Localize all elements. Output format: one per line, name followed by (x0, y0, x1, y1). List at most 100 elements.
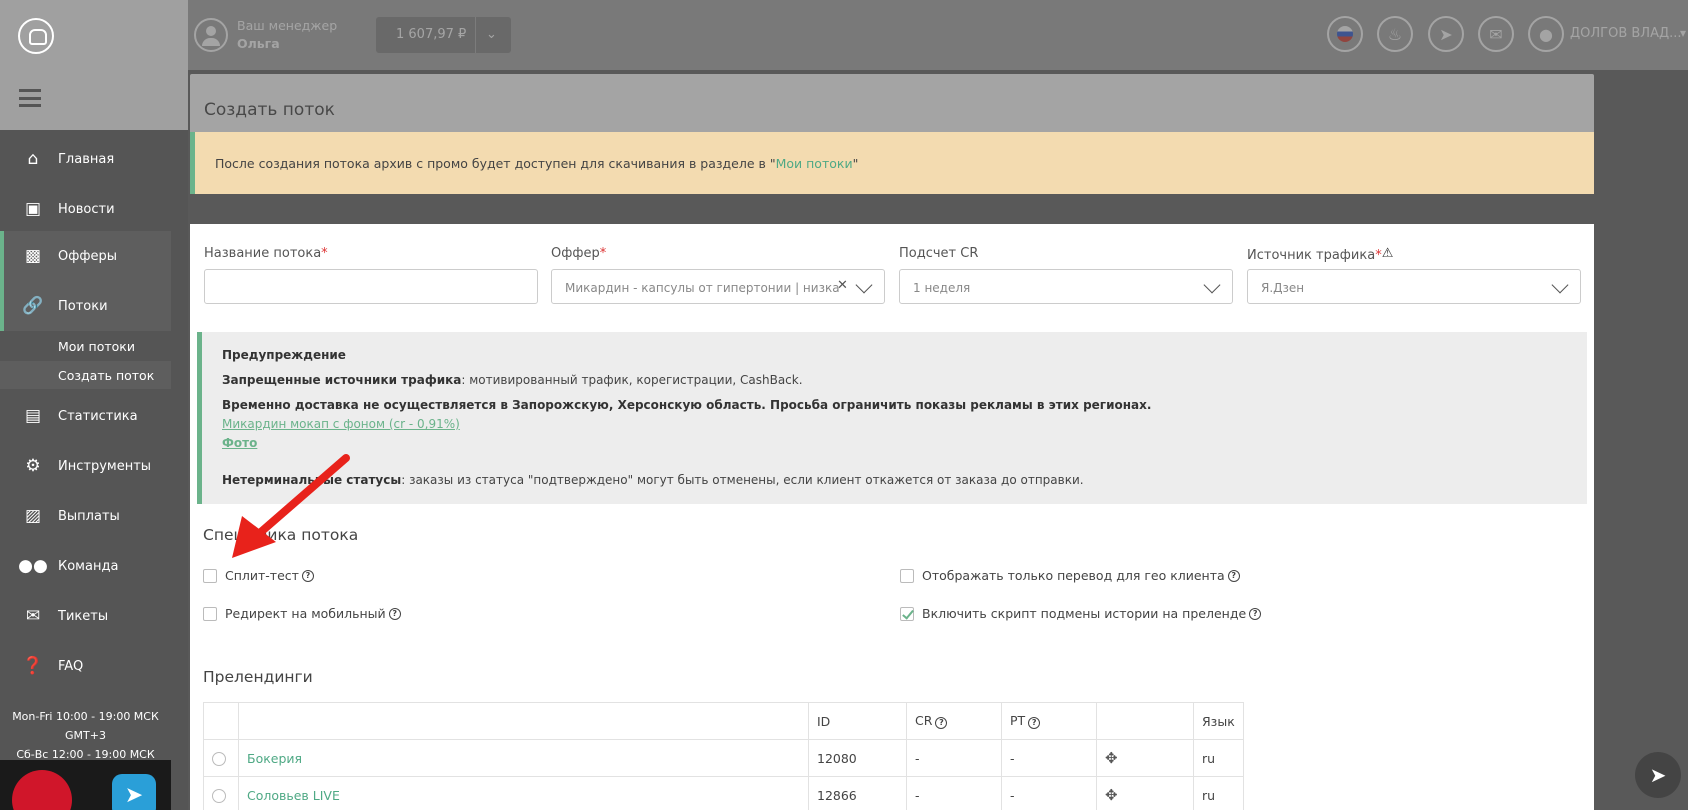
row-language-cell: ru (1193, 776, 1244, 810)
notifications-button[interactable]: ♨ (1377, 16, 1413, 52)
history-script-checkbox[interactable] (900, 606, 914, 621)
prelanding-link[interactable]: Соловьев LIVE (247, 788, 340, 803)
notice-link-photo: Фото (222, 436, 257, 450)
notice-forbidden-text: : мотивированный трафик, корегистрации, … (461, 373, 803, 387)
geo-translation-option[interactable]: Отображать только перевод для гео клиент… (900, 568, 1240, 583)
warning-icon[interactable] (1382, 246, 1396, 261)
split-test-option[interactable]: Сплит-тест? (203, 568, 314, 583)
stream-name-input[interactable] (204, 269, 538, 304)
gear-icon: ⚙ (25, 456, 41, 476)
notice-title: Предупреждение (222, 348, 346, 362)
row-radio[interactable] (212, 751, 226, 766)
manager-avatar-icon (194, 18, 228, 52)
photo-link[interactable]: Фото (222, 436, 257, 450)
telegram-chat-button[interactable]: ➤ (1635, 752, 1681, 798)
sidebar-item-label: Офферы (58, 248, 117, 264)
col-cr[interactable]: CR? (906, 702, 1002, 740)
col-id[interactable]: ID (808, 702, 907, 740)
stream-name-label: Название потока* (204, 246, 328, 261)
help-icon[interactable]: ? (1227, 569, 1240, 582)
row-select-cell (203, 776, 239, 810)
chevron-down-icon[interactable] (1551, 276, 1569, 294)
sidebar-subitem-my-streams[interactable]: Мои потоки (0, 332, 171, 360)
mascot-image (12, 770, 72, 810)
split-test-checkbox[interactable] (203, 568, 217, 583)
expand-icon[interactable]: ✥ (1105, 749, 1118, 767)
sidebar-item-label: Выплаты (58, 508, 120, 524)
top-bar: Ваш менеджер Ольга 1 607,97 ₽ ⌄ ♨ ➤ ✉ ● … (0, 0, 1688, 70)
sidebar-item-offers[interactable]: ▩ Офферы (0, 231, 171, 281)
sidebar-item-statistics[interactable]: ▤ Статистика (0, 395, 171, 437)
language-flag-button[interactable] (1327, 16, 1363, 52)
offer-select[interactable]: Микардин - капсулы от гипертонии | низка… (551, 269, 885, 304)
required-mark: * (321, 246, 328, 261)
offer-label-text: Оффер (551, 246, 600, 261)
sidebar-item-streams[interactable]: 🔗 Потоки (0, 281, 171, 331)
chevron-down-icon[interactable]: ⌄ (486, 27, 497, 42)
balance-dropdown[interactable]: 1 607,97 ₽ ⌄ (376, 17, 511, 53)
clear-icon[interactable]: ✕ (837, 278, 848, 293)
history-script-option[interactable]: Включить скрипт подмены истории на преле… (900, 606, 1262, 621)
sidebar-item-label: Потоки (58, 298, 108, 314)
sidebar-subitem-create-stream[interactable]: Создать поток (0, 361, 171, 389)
question-icon: ❓ (22, 656, 44, 676)
help-icon[interactable]: ? (301, 569, 314, 582)
sidebar-item-tickets[interactable]: ✉ Тикеты (0, 595, 171, 637)
cr-select[interactable]: 1 неделя (899, 269, 1233, 304)
sidebar-item-payouts[interactable]: ▨ Выплаты (0, 495, 171, 537)
hamburger-icon[interactable] (19, 89, 41, 107)
briefcase-icon: ▩ (24, 246, 42, 266)
sidebar-item-tools[interactable]: ⚙ Инструменты (0, 445, 171, 487)
stream-form: Название потока* Оффер* Микардин - капсу… (190, 224, 1594, 810)
traffic-source-select[interactable]: Я.Дзен (1247, 269, 1581, 304)
prelandings-title: Прелендинги (203, 668, 313, 686)
logo-icon[interactable] (18, 18, 54, 54)
col-language: Язык (1193, 702, 1244, 740)
col-preview (1096, 702, 1194, 740)
promo-banner[interactable]: ➤ (0, 760, 171, 810)
row-id-cell: 12080 (808, 739, 907, 777)
geo-translation-checkbox[interactable] (900, 568, 914, 583)
sidebar-item-label: Команда (58, 558, 119, 574)
help-icon[interactable]: ? (935, 717, 948, 729)
mobile-redirect-checkbox[interactable] (203, 606, 217, 621)
help-icon[interactable]: ? (388, 607, 401, 620)
chevron-down-icon[interactable] (855, 276, 873, 294)
help-icon[interactable]: ? (1028, 717, 1041, 729)
expand-icon[interactable]: ✥ (1105, 786, 1118, 804)
history-script-label: Включить скрипт подмены истории на преле… (922, 606, 1247, 621)
help-icon[interactable]: ? (1249, 607, 1262, 620)
sidebar-item-faq[interactable]: ❓ FAQ (0, 645, 171, 687)
user-avatar-button[interactable]: ● (1528, 16, 1564, 52)
megaphone-icon: ➤ (1439, 24, 1453, 44)
sidebar-item-news[interactable]: ▣ Новости (0, 188, 171, 230)
envelope-icon: ✉ (1489, 24, 1503, 44)
messages-button[interactable]: ✉ (1478, 16, 1514, 52)
user-name[interactable]: ДОЛГОВ ВЛАД... (1570, 26, 1682, 41)
chevron-down-icon[interactable] (1203, 276, 1221, 294)
sidebar-item-home[interactable]: ⌂ Главная (0, 138, 171, 180)
warning-notice: Предупреждение Запрещенные источники тра… (197, 332, 1587, 504)
user-caret-icon[interactable]: ▾ (1680, 26, 1686, 40)
my-streams-link[interactable]: Мои потоки (776, 156, 853, 171)
announcements-button[interactable]: ➤ (1428, 16, 1464, 52)
banner-text-start: После создания потока архив с промо буде… (215, 156, 776, 171)
col-name (238, 702, 809, 740)
col-pt[interactable]: PT? (1001, 702, 1097, 740)
paper-plane-icon: ➤ (1649, 763, 1667, 787)
prelanding-link[interactable]: Бокерия (247, 751, 302, 766)
balance-amount: 1 607,97 ₽ (396, 27, 467, 42)
mockup-link[interactable]: Микардин мокап с фоном (cr - 0,91%) (222, 417, 460, 431)
balance-divider (475, 17, 476, 53)
bell-icon: ♨ (1387, 24, 1403, 44)
sidebar-toggle-row (0, 70, 188, 130)
row-preview-cell: ✥ (1096, 739, 1194, 777)
sidebar-item-team[interactable]: ●● Команда (0, 545, 171, 587)
offer-label: Оффер* (551, 246, 606, 261)
sidebar-item-label: FAQ (58, 658, 84, 674)
stream-name-label-text: Название потока (204, 246, 322, 261)
prelandings-table: ID CR? PT? Язык Бокерия 12080 - - ✥ ru С… (203, 702, 1244, 810)
support-hours: Mon-Fri 10:00 - 19:00 МСК GMT+3 Сб-Вс 12… (0, 707, 171, 764)
mobile-redirect-option[interactable]: Редирект на мобильный? (203, 606, 401, 621)
row-radio[interactable] (212, 788, 226, 803)
